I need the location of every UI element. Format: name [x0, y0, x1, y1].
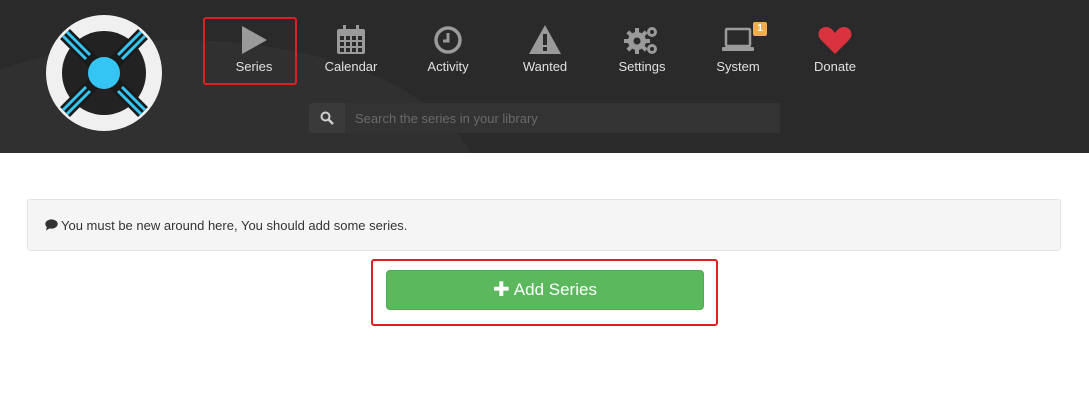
nav-calendar-label: Calendar	[324, 59, 378, 74]
nav-settings-label: Settings	[618, 59, 666, 74]
system-notification-badge: 1	[753, 22, 767, 36]
laptop-icon	[690, 22, 786, 58]
add-series-button[interactable]: ✚ Add Series	[386, 270, 704, 310]
clock-icon	[400, 22, 496, 58]
warning-icon	[497, 22, 593, 58]
info-message-text: You must be new around here, You should …	[61, 217, 408, 233]
top-navbar: Series Calendar Activity Wanted Settings…	[0, 0, 1089, 153]
nav-activity-label: Activity	[427, 59, 469, 74]
nav-settings[interactable]: Settings	[594, 0, 690, 88]
heart-icon	[787, 22, 883, 58]
nav-calendar[interactable]: Calendar	[303, 0, 399, 88]
comment-icon	[45, 219, 58, 231]
nav-system-label: System	[716, 59, 760, 74]
add-series-label: Add Series	[513, 280, 597, 299]
nav-wanted[interactable]: Wanted	[497, 0, 593, 88]
nav-donate[interactable]: Donate	[787, 0, 883, 88]
search-icon[interactable]	[309, 103, 345, 133]
nav-system[interactable]: System	[690, 0, 786, 88]
plus-icon: ✚	[493, 279, 510, 301]
sonarr-logo[interactable]	[45, 14, 163, 132]
nav-donate-label: Donate	[814, 59, 856, 74]
nav-wanted-label: Wanted	[522, 59, 568, 74]
search-input[interactable]	[345, 103, 780, 133]
gears-icon	[594, 22, 690, 58]
series-search-bar	[309, 103, 780, 133]
calendar-icon	[303, 22, 399, 58]
info-message-box: You must be new around here, You should …	[27, 199, 1061, 251]
nav-activity[interactable]: Activity	[400, 0, 496, 88]
series-highlight-box	[203, 17, 297, 85]
